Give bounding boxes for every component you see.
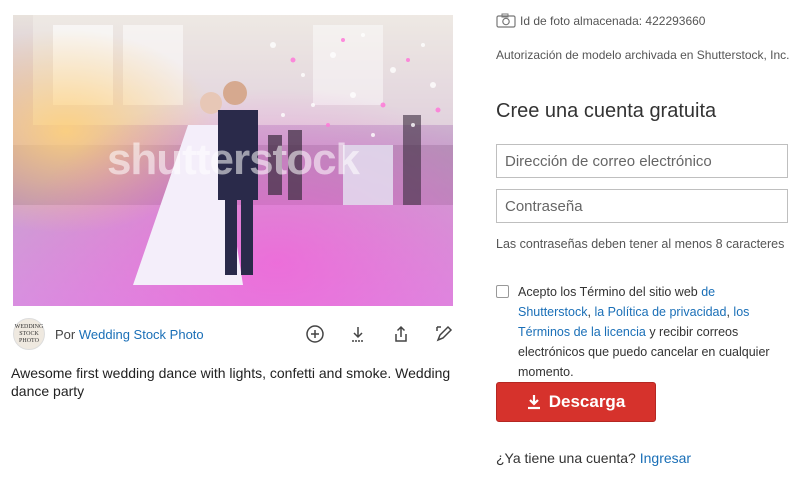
- share-icon[interactable]: [391, 324, 411, 344]
- login-row: ¿Ya tiene una cuenta? Ingresar: [496, 450, 691, 466]
- download-icon[interactable]: [348, 324, 368, 344]
- download-label: Descarga: [548, 392, 626, 411]
- contributor-row: WEDDING STOCK PHOTO Por Wedding Stock Ph…: [13, 318, 453, 352]
- contributor-link[interactable]: Wedding Stock Photo: [79, 327, 204, 342]
- login-link[interactable]: Ingresar: [640, 450, 691, 466]
- terms-text: Acepto los Término del sitio web de Shut…: [518, 282, 790, 382]
- add-to-collection-icon[interactable]: [305, 324, 325, 344]
- terms-link-privacy[interactable]: la Política de privacidad: [594, 305, 726, 319]
- signup-heading: Cree una cuenta gratuita: [496, 100, 717, 122]
- stock-photo[interactable]: shutterstock: [13, 15, 453, 306]
- model-release: Autorización de modelo archivada en Shut…: [496, 48, 790, 62]
- watermark: shutterstock: [106, 135, 360, 184]
- login-prompt: ¿Ya tiene una cuenta?: [496, 450, 636, 466]
- email-field[interactable]: Dirección de correo electrónico: [496, 144, 788, 178]
- password-hint: Las contraseñas deben tener al menos 8 c…: [496, 237, 785, 251]
- download-arrow-icon: [527, 395, 540, 410]
- password-field[interactable]: Contraseña: [496, 189, 788, 223]
- terms-checkbox[interactable]: [496, 285, 509, 298]
- edit-icon[interactable]: [434, 324, 454, 344]
- avatar[interactable]: WEDDING STOCK PHOTO: [13, 318, 45, 350]
- contributor-credit: Por Wedding Stock Photo: [55, 327, 204, 342]
- photo-caption: Awesome first wedding dance with lights,…: [11, 365, 451, 399]
- photo-id: Id de foto almacenada: 422293660: [520, 14, 706, 28]
- contributor-prefix: Por: [55, 327, 76, 342]
- terms-prefix: Acepto los Término del sitio web: [518, 285, 702, 299]
- photo-id-row: Id de foto almacenada: 422293660: [496, 14, 705, 28]
- download-button[interactable]: Descarga: [496, 382, 656, 422]
